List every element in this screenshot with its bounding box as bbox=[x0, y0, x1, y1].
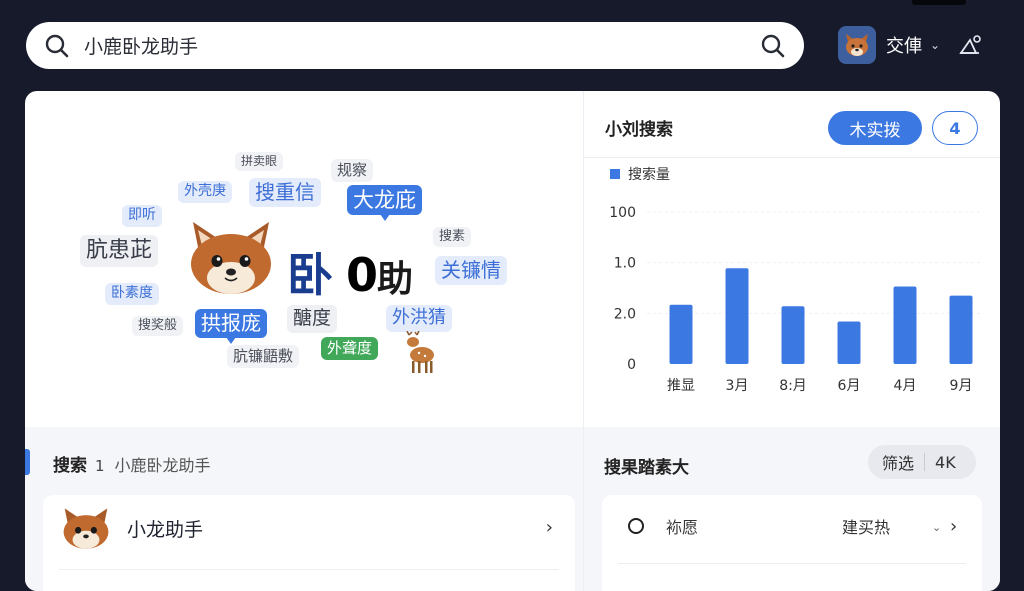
cloud-tag[interactable]: 醣度 bbox=[287, 305, 338, 333]
list-item[interactable]: 小龙助手 › bbox=[43, 495, 575, 561]
y-tick-label: 0 bbox=[627, 357, 636, 373]
user-menu[interactable]: 交俥 ⌄ bbox=[838, 26, 984, 64]
x-tick-label: 9月 bbox=[950, 378, 973, 394]
tracking-card: 袮愿 建买热 ⌄ › bbox=[602, 495, 982, 591]
results-title: 搜索 1 小鹿卧龙助手 bbox=[53, 451, 211, 476]
search-bar[interactable]: 小鹿卧龙助手 bbox=[26, 22, 804, 69]
cloud-center-mid: 0 bbox=[346, 248, 378, 302]
trend-title: 小刘搜索 bbox=[605, 120, 673, 140]
x-tick-label: 推显 bbox=[667, 378, 695, 394]
y-tick-label: 1.0 bbox=[614, 256, 636, 272]
x-tick-label: 6月 bbox=[838, 378, 861, 394]
search-icon bbox=[45, 34, 69, 57]
cloud-tag[interactable]: 搜重信 bbox=[249, 178, 321, 207]
avatar[interactable] bbox=[838, 26, 876, 64]
cloud-tag[interactable]: 大龙庇 bbox=[347, 185, 422, 222]
x-tick-label: 4月 bbox=[894, 378, 917, 394]
cloud-tag[interactable]: 外洪猜 bbox=[386, 305, 452, 332]
bar[interactable] bbox=[781, 306, 805, 364]
divider bbox=[924, 453, 926, 471]
bar[interactable] bbox=[669, 304, 693, 364]
cloud-tag[interactable]: 搜素 bbox=[433, 227, 472, 248]
search-input[interactable]: 小鹿卧龙助手 bbox=[84, 32, 760, 59]
cloud-tag[interactable]: 肮患茈 bbox=[80, 235, 159, 267]
main-panel: 拼卖眼 规察 外壳庚 搜重信 大龙庇 即听 肮患茈 搜素 关镰情 卧素度 搜奖般… bbox=[25, 91, 1000, 591]
cloud-tag[interactable]: 拱报庞 bbox=[195, 309, 267, 344]
y-tick-label: 2.0 bbox=[614, 306, 636, 322]
trend-header: 小刘搜索 木实拨 4 bbox=[583, 91, 1000, 158]
trend-count-button[interactable]: 4 bbox=[932, 111, 978, 145]
tracking-section: 搜果踏素大 筛选 4K 袮愿 建买热 ⌄ › bbox=[584, 427, 1000, 591]
x-tick-label: 8:月 bbox=[779, 378, 807, 394]
results-section: 搜索 1 小鹿卧龙助手 小龙助手 › bbox=[25, 427, 583, 591]
cloud-center-text: 卧 0助 bbox=[287, 239, 413, 305]
cloud-tag[interactable]: 外壳庚 bbox=[178, 181, 232, 203]
cloud-tag[interactable]: 规察 bbox=[331, 159, 374, 182]
chevron-right-icon[interactable]: › bbox=[546, 517, 553, 538]
window-handle bbox=[912, 0, 966, 5]
pen-settings-icon[interactable] bbox=[958, 34, 984, 56]
y-tick-label: 100 bbox=[609, 205, 636, 221]
bar[interactable] bbox=[837, 321, 861, 364]
results-title-text: 搜索 bbox=[53, 456, 87, 476]
chevron-down-icon[interactable]: ⌄ bbox=[932, 521, 941, 534]
accent-bar bbox=[25, 449, 30, 475]
list-item[interactable]: 袮愿 建买热 ⌄ › bbox=[602, 495, 982, 557]
tracking-row-value: 建买热 bbox=[842, 518, 891, 537]
bar[interactable] bbox=[949, 295, 973, 364]
cloud-center-main: 卧 bbox=[287, 248, 333, 302]
cloud-center-end: 助 bbox=[377, 259, 413, 300]
legend-swatch bbox=[610, 169, 620, 179]
results-count: 1 bbox=[95, 457, 105, 475]
user-name[interactable]: 交俥 bbox=[886, 32, 922, 58]
filter-value: 4K bbox=[935, 452, 956, 472]
cloud-tag[interactable]: 肮镰鼯敷 bbox=[227, 345, 300, 368]
cloud-tag[interactable]: 即听 bbox=[122, 205, 162, 227]
results-query: 小鹿卧龙助手 bbox=[114, 456, 211, 475]
search-volume-chart: 搜索量 0 2.0 1.0 100 推显 3月 8:月 6月 4月 9月 bbox=[609, 166, 983, 394]
cloud-tag[interactable]: 卧素度 bbox=[105, 283, 159, 305]
fox-avatar-icon bbox=[846, 34, 868, 56]
divider bbox=[59, 569, 559, 570]
word-cloud: 拼卖眼 规察 外壳庚 搜重信 大龙庇 即听 肮患茈 搜素 关镰情 卧素度 搜奖般… bbox=[25, 91, 583, 427]
chevron-right-icon[interactable]: › bbox=[950, 516, 957, 537]
cloud-tag[interactable]: 关镰情 bbox=[435, 256, 507, 285]
deer-icon bbox=[406, 331, 434, 373]
result-card: 小龙助手 › bbox=[43, 495, 575, 591]
x-tick-label: 3月 bbox=[726, 378, 749, 394]
divider bbox=[618, 563, 966, 564]
search-submit-icon[interactable] bbox=[760, 33, 786, 59]
fox-mascot-icon bbox=[191, 222, 271, 294]
bar[interactable] bbox=[725, 268, 749, 364]
radio-icon[interactable] bbox=[628, 518, 644, 534]
cloud-tag[interactable]: 拼卖眼 bbox=[235, 152, 284, 171]
cloud-tag[interactable]: 外聋度 bbox=[321, 337, 379, 360]
legend-label: 搜索量 bbox=[628, 166, 670, 183]
list-item-label: 小龙助手 bbox=[127, 518, 204, 541]
fox-icon bbox=[63, 508, 109, 549]
tracking-title: 搜果踏素大 bbox=[604, 458, 689, 478]
bar[interactable] bbox=[893, 286, 917, 364]
chevron-down-icon[interactable]: ⌄ bbox=[930, 38, 940, 52]
cloud-tag[interactable]: 搜奖般 bbox=[132, 316, 184, 337]
trend-primary-button[interactable]: 木实拨 bbox=[828, 111, 922, 145]
tracking-row-label: 袮愿 bbox=[666, 518, 699, 537]
filter-label: 筛选 bbox=[882, 454, 915, 473]
filter-button[interactable]: 筛选 4K bbox=[868, 445, 976, 479]
